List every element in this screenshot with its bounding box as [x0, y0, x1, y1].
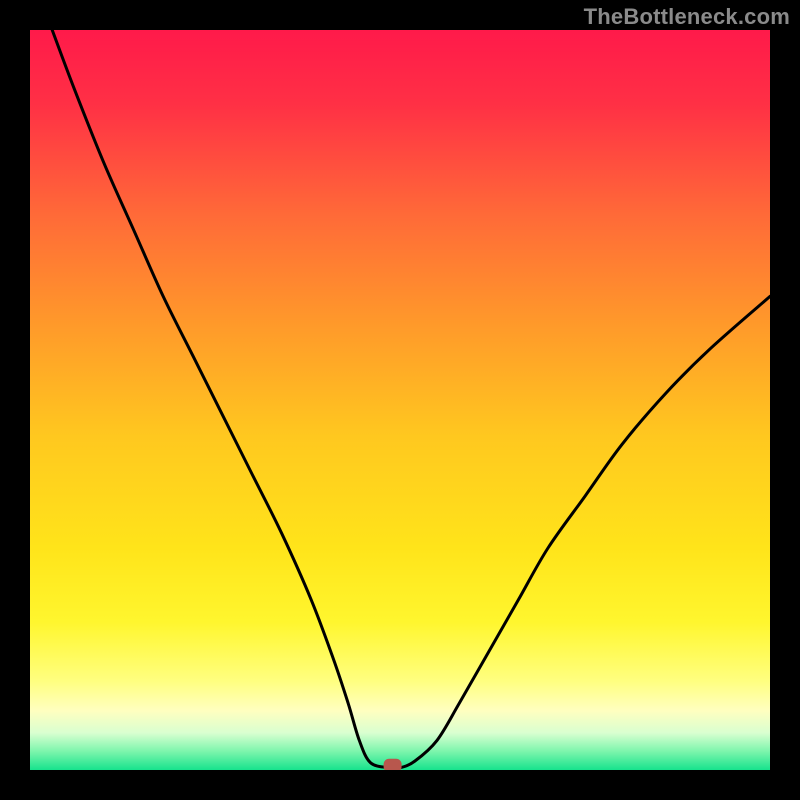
optimum-marker [384, 759, 401, 770]
chart-frame: TheBottleneck.com [0, 0, 800, 800]
chart-svg [30, 30, 770, 770]
watermark-text: TheBottleneck.com [584, 4, 790, 30]
plot-area [30, 30, 770, 770]
